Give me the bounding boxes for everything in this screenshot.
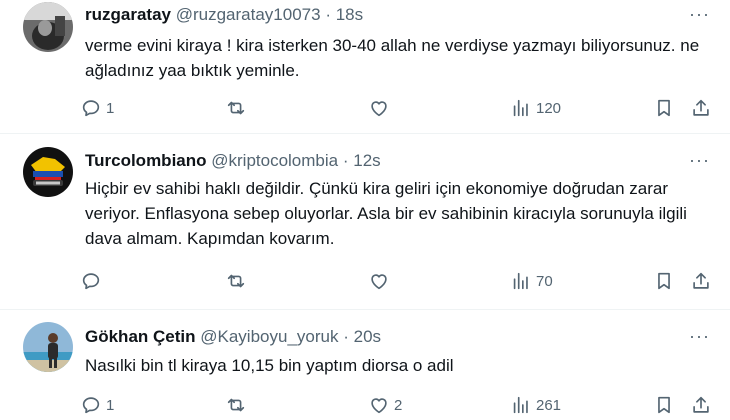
like-button[interactable] — [368, 268, 394, 294]
like-button[interactable]: 2 — [368, 392, 402, 418]
views-count: 120 — [536, 99, 562, 117]
user-handle[interactable]: @Kayiboyu_yoruk — [200, 327, 338, 346]
display-name[interactable]: Turcolombiano — [85, 151, 207, 170]
reply-count: 1 — [106, 396, 115, 414]
retweet-button[interactable] — [225, 268, 251, 294]
share-icon — [693, 272, 709, 289]
tweet[interactable]: Gökhan Çetin @Kayiboyu_yoruk · 20s ··· N… — [0, 310, 730, 420]
separator: · — [343, 327, 349, 346]
separator: · — [342, 151, 349, 170]
views-count: 261 — [536, 396, 562, 414]
timestamp[interactable]: 20s — [354, 327, 381, 346]
heart-icon — [371, 101, 387, 117]
reply-button[interactable] — [80, 268, 106, 294]
bookmark-button[interactable] — [653, 268, 675, 294]
reply-button[interactable]: 1 — [80, 95, 114, 121]
user-handle[interactable]: @kriptocolombia — [211, 151, 338, 170]
tweet[interactable]: Turcolombiano @kriptocolombia · 12s ··· … — [0, 134, 730, 310]
more-options-button[interactable]: ··· — [689, 4, 710, 25]
share-button[interactable] — [690, 95, 712, 121]
share-button[interactable] — [690, 392, 712, 418]
like-button[interactable] — [368, 95, 394, 121]
views-button[interactable]: 120 — [510, 95, 561, 121]
separator: · — [325, 5, 331, 24]
views-chart-icon — [513, 272, 528, 290]
avatar[interactable] — [23, 2, 73, 52]
tweet-header: Gökhan Çetin @Kayiboyu_yoruk · 20s — [85, 327, 381, 347]
like-count: 2 — [394, 396, 403, 414]
reply-button[interactable]: 1 — [80, 392, 114, 418]
retweet-icon — [227, 101, 245, 115]
heart-icon — [371, 398, 387, 414]
user-handle[interactable]: @ruzgaratay10073 — [176, 5, 321, 24]
views-chart-icon — [513, 99, 528, 117]
bookmark-button[interactable] — [653, 392, 675, 418]
heart-icon — [371, 274, 387, 290]
tweet-actions: 1 120 — [80, 95, 715, 121]
timestamp[interactable]: 18s — [336, 5, 363, 24]
retweet-button[interactable] — [225, 95, 251, 121]
retweet-button[interactable] — [225, 392, 251, 418]
share-icon — [693, 99, 709, 116]
views-chart-icon — [513, 396, 528, 414]
views-count: 70 — [536, 272, 553, 290]
tweet-actions: 70 — [80, 268, 715, 294]
avatar-logo-icon — [23, 147, 73, 197]
reply-icon — [82, 100, 100, 117]
bookmark-button[interactable] — [653, 95, 675, 121]
display-name[interactable]: Gökhan Çetin — [85, 327, 196, 346]
share-button[interactable] — [690, 268, 712, 294]
retweet-icon — [227, 274, 245, 288]
avatar-photo-icon — [23, 322, 73, 372]
more-options-button[interactable]: ··· — [689, 326, 710, 347]
avatar[interactable] — [23, 147, 73, 197]
bookmark-icon — [658, 396, 670, 414]
reply-icon — [82, 273, 100, 290]
views-button[interactable]: 70 — [510, 268, 553, 294]
display-name[interactable]: ruzgaratay — [85, 5, 171, 24]
tweet[interactable]: ruzgaratay @ruzgaratay10073 · 18s ··· ve… — [0, 0, 730, 134]
retweet-icon — [227, 398, 245, 412]
views-button[interactable]: 261 — [510, 392, 561, 418]
tweet-header: Turcolombiano @kriptocolombia · 12s — [85, 151, 381, 171]
timestamp[interactable]: 12s — [353, 151, 380, 170]
reply-count: 1 — [106, 99, 115, 117]
avatar-photo-icon — [23, 2, 73, 52]
share-icon — [693, 396, 709, 413]
avatar[interactable] — [23, 322, 73, 372]
tweet-text: Hiçbir ev sahibi haklı değildir. Çünkü k… — [85, 179, 687, 248]
reply-icon — [82, 397, 100, 414]
tweet-actions: 1 2 261 — [80, 392, 715, 418]
tweet-text: Nasılki bin tl kiraya 10,15 bin yaptım d… — [85, 356, 454, 375]
bookmark-icon — [658, 99, 670, 117]
tweet-header: ruzgaratay @ruzgaratay10073 · 18s — [85, 5, 363, 25]
more-options-button[interactable]: ··· — [689, 150, 710, 171]
tweet-text: verme evini kiraya ! kira isterken 30-40… — [85, 36, 700, 80]
bookmark-icon — [658, 272, 670, 290]
